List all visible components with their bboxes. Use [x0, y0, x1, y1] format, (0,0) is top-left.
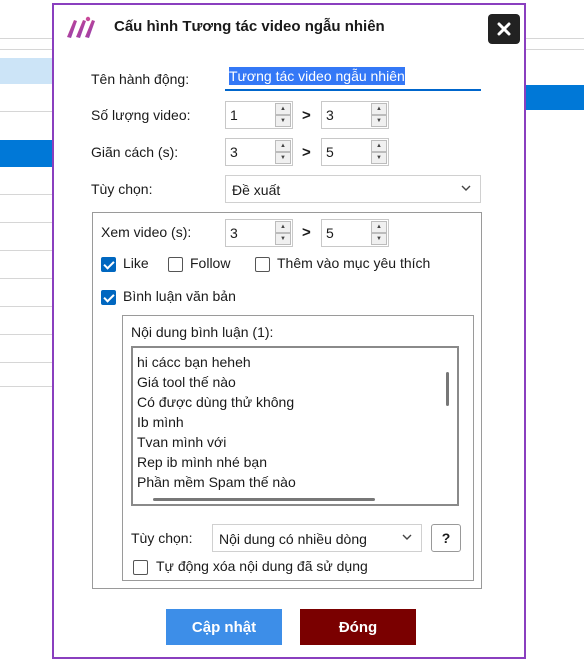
close-icon[interactable] [488, 14, 520, 44]
bg-row-selected-light [0, 58, 52, 84]
comment-group: Nội dung bình luận (1): hi cácc bạn hehe… [122, 315, 474, 581]
watch-max-stepper[interactable]: 5 ▲ ▼ [321, 219, 389, 247]
dialog-title: Cấu hình Tương tác video ngẫu nhiên [114, 18, 385, 35]
comment-options-select[interactable]: Nội dung có nhiều dòng [212, 524, 422, 552]
video-count-max-stepper[interactable]: 3 ▲ ▼ [321, 101, 389, 129]
dialog-titlebar: Cấu hình Tương tác video ngẫu nhiên [54, 5, 524, 49]
stepper-down-icon[interactable]: ▼ [275, 233, 291, 245]
like-checkbox[interactable] [101, 257, 116, 272]
bg-row-line [0, 386, 52, 387]
x-icon [497, 22, 511, 36]
stepper-up-icon[interactable]: ▲ [275, 103, 291, 115]
comment-label: Bình luận văn bản [123, 288, 236, 304]
watch-min-stepper[interactable]: 3 ▲ ▼ [225, 219, 293, 247]
comment-textarea[interactable]: hi cácc bạn heheh Giá tool thế nào Có đư… [131, 346, 459, 506]
stepper-value: 3 [230, 225, 238, 241]
stepper-down-icon[interactable]: ▼ [371, 115, 387, 127]
range-separator: > [302, 224, 311, 241]
vertical-scrollbar[interactable] [446, 372, 449, 406]
stepper-up-icon[interactable]: ▲ [371, 221, 387, 233]
bg-row-line [526, 38, 584, 39]
horizontal-scrollbar[interactable] [153, 498, 375, 501]
like-label: Like [123, 255, 149, 271]
bg-row-line [0, 306, 52, 307]
comment-line: Phần mềm Spam thế nào [137, 474, 296, 490]
update-button[interactable]: Cập nhật [166, 609, 282, 645]
comment-line: Ib mình [137, 414, 184, 430]
app-logo-icon [67, 16, 95, 38]
close-button[interactable]: Đóng [300, 609, 416, 645]
comment-checkbox[interactable] [101, 290, 116, 305]
favorite-label: Thêm vào mục yêu thích [277, 255, 431, 271]
action-name-value: Tương tác video ngẫu nhiên [229, 67, 405, 85]
action-name-input[interactable]: Tương tác video ngẫu nhiên [225, 65, 481, 91]
bg-row-selected [526, 85, 584, 110]
stepper-value: 1 [230, 107, 238, 123]
config-dialog: Cấu hình Tương tác video ngẫu nhiên Tên … [52, 3, 526, 659]
bg-row-line [0, 194, 52, 195]
bg-row-line [526, 49, 584, 50]
stepper-up-icon[interactable]: ▲ [371, 140, 387, 152]
stepper-down-icon[interactable]: ▼ [275, 115, 291, 127]
bg-row-line [0, 38, 52, 39]
stepper-value: 3 [230, 144, 238, 160]
interval-max-stepper[interactable]: 5 ▲ ▼ [321, 138, 389, 166]
auto-delete-label: Tự động xóa nội dung đã sử dụng [156, 558, 368, 574]
bg-row-line [0, 222, 52, 223]
bg-row-line [0, 250, 52, 251]
stepper-down-icon[interactable]: ▼ [275, 152, 291, 164]
options-select[interactable]: Đề xuất [225, 175, 481, 203]
stepper-value: 5 [326, 144, 334, 160]
chevron-down-icon [460, 182, 472, 197]
comment-content-label: Nội dung bình luận (1): [131, 324, 274, 340]
stepper-value: 5 [326, 225, 334, 241]
range-separator: > [302, 107, 311, 124]
options-label: Tùy chọn: [91, 181, 153, 197]
comment-line: Có được dùng thử không [137, 394, 295, 410]
bg-row-line [0, 111, 52, 112]
follow-checkbox[interactable] [168, 257, 183, 272]
bg-row-line [0, 278, 52, 279]
stepper-up-icon[interactable]: ▲ [275, 140, 291, 152]
chevron-down-icon [401, 531, 413, 546]
stepper-up-icon[interactable]: ▲ [371, 103, 387, 115]
bg-row-line [0, 49, 52, 50]
watch-duration-label: Xem video (s): [101, 224, 192, 240]
bg-row-line [0, 334, 52, 335]
bg-row-selected [0, 140, 52, 167]
comment-options-selected-value: Nội dung có nhiều dòng [219, 531, 367, 547]
stepper-down-icon[interactable]: ▼ [371, 152, 387, 164]
comment-line: Tvan mình với [137, 434, 227, 450]
comment-line: Rep ib mình nhé bạn [137, 454, 267, 470]
auto-delete-checkbox[interactable] [133, 560, 148, 575]
favorite-checkbox[interactable] [255, 257, 270, 272]
video-count-label: Số lượng video: [91, 107, 191, 123]
help-button[interactable]: ? [431, 524, 461, 552]
follow-label: Follow [190, 255, 231, 271]
bg-row-line [0, 362, 52, 363]
comment-line: Giá tool thế nào [137, 374, 236, 390]
interaction-group: Xem video (s): 3 ▲ ▼ > 5 ▲ ▼ Like Follow T… [92, 212, 482, 589]
action-name-label: Tên hành động: [91, 71, 190, 87]
stepper-up-icon[interactable]: ▲ [275, 221, 291, 233]
interval-min-stepper[interactable]: 3 ▲ ▼ [225, 138, 293, 166]
comment-line: hi cácc bạn heheh [137, 354, 251, 370]
interval-label: Giãn cách (s): [91, 144, 179, 160]
stepper-value: 3 [326, 107, 334, 123]
range-separator: > [302, 144, 311, 161]
video-count-min-stepper[interactable]: 1 ▲ ▼ [225, 101, 293, 129]
stepper-down-icon[interactable]: ▼ [371, 233, 387, 245]
options-selected-value: Đề xuất [232, 182, 281, 198]
comment-options-label: Tùy chọn: [131, 530, 193, 546]
